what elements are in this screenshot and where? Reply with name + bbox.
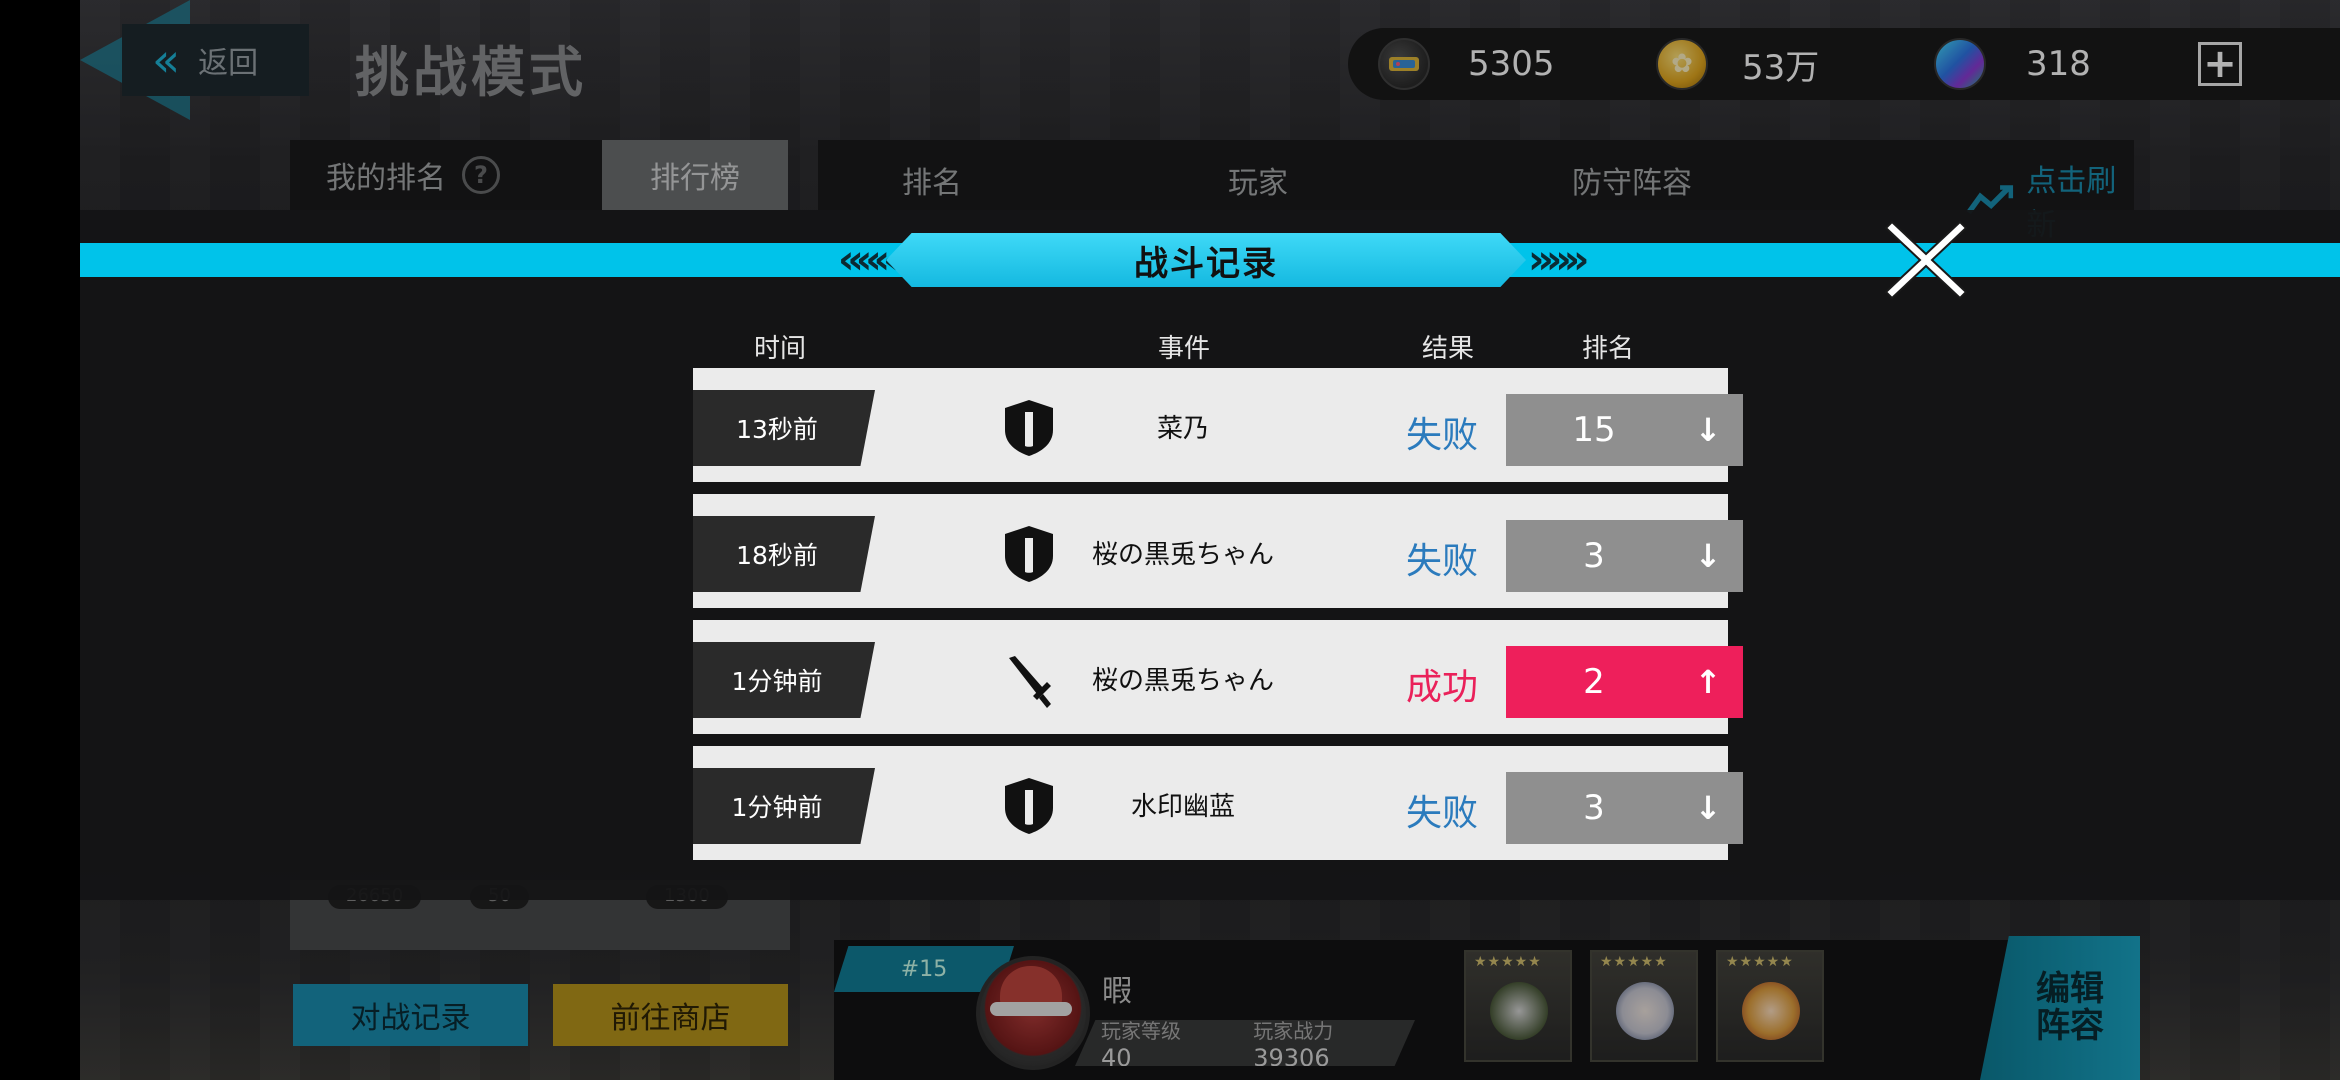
chevron-right-decoration: »»» <box>1528 237 1589 283</box>
dim-overlay <box>80 900 2340 1080</box>
column-event: 事件 <box>1158 334 1211 364</box>
arrow-down-icon: ↓ <box>1694 537 1722 575</box>
opponent-name: 水印幽蓝 <box>1130 792 1235 822</box>
opponent-name: 桜の黒兎ちゃん <box>1091 666 1274 696</box>
battle-time: 13秒前 <box>693 390 875 466</box>
opponent-name: 桜の黒兎ちゃん <box>1091 540 1274 570</box>
battle-log-row[interactable]: 13秒前 菜乃 失败 15 ↓ <box>693 368 1743 482</box>
battle-log-row[interactable]: 1分钟前 桜の黒兎ちゃん 成功 2 ↑ <box>693 620 1743 734</box>
battle-log-row[interactable]: 18秒前 桜の黒兎ちゃん 失败 3 ↓ <box>693 494 1743 608</box>
battle-log-row[interactable]: 1分钟前 水印幽蓝 失败 3 ↓ <box>693 746 1743 860</box>
rank-change-box: 2 ↑ <box>1506 646 1743 718</box>
rank-value: 2 <box>1583 662 1605 702</box>
battle-result: 失败 <box>1406 415 1479 456</box>
sword-icon <box>1009 656 1051 708</box>
shield-icon <box>1005 526 1053 582</box>
rank-value: 3 <box>1583 536 1605 576</box>
shield-icon <box>1005 400 1053 456</box>
chevron-left-decoration: ««« <box>838 237 899 283</box>
battle-result: 失败 <box>1406 793 1479 834</box>
battle-time: 1分钟前 <box>693 768 875 844</box>
close-icon <box>1884 220 1968 300</box>
dim-overlay <box>80 0 2340 210</box>
game-screen: « 返回 挑战模式 5305 ✿ 53万 318 + 我的排名 ? 排行榜 排名… <box>80 0 2340 1080</box>
modal-title-plate: 战斗记录 <box>886 233 1526 287</box>
arrow-down-icon: ↓ <box>1694 411 1722 449</box>
close-button[interactable] <box>1876 212 1976 308</box>
rank-change-box: 3 ↓ <box>1506 772 1743 844</box>
battle-result: 成功 <box>1406 667 1479 708</box>
column-rank: 排名 <box>1582 334 1635 364</box>
modal-title: 战斗记录 <box>1134 243 1278 284</box>
rank-value: 15 <box>1572 410 1616 450</box>
shield-icon <box>1005 778 1053 834</box>
rank-value: 3 <box>1583 788 1605 828</box>
column-result: 结果 <box>1422 334 1475 364</box>
battle-result: 失败 <box>1406 541 1479 582</box>
battle-time: 18秒前 <box>693 516 875 592</box>
rank-change-box: 15 ↓ <box>1506 394 1743 466</box>
arrow-down-icon: ↓ <box>1694 789 1722 827</box>
opponent-name: 菜乃 <box>1156 414 1209 444</box>
column-time: 时间 <box>754 334 807 364</box>
arrow-up-icon: ↑ <box>1694 663 1722 701</box>
rank-change-box: 3 ↓ <box>1506 520 1743 592</box>
battle-time: 1分钟前 <box>693 642 875 718</box>
